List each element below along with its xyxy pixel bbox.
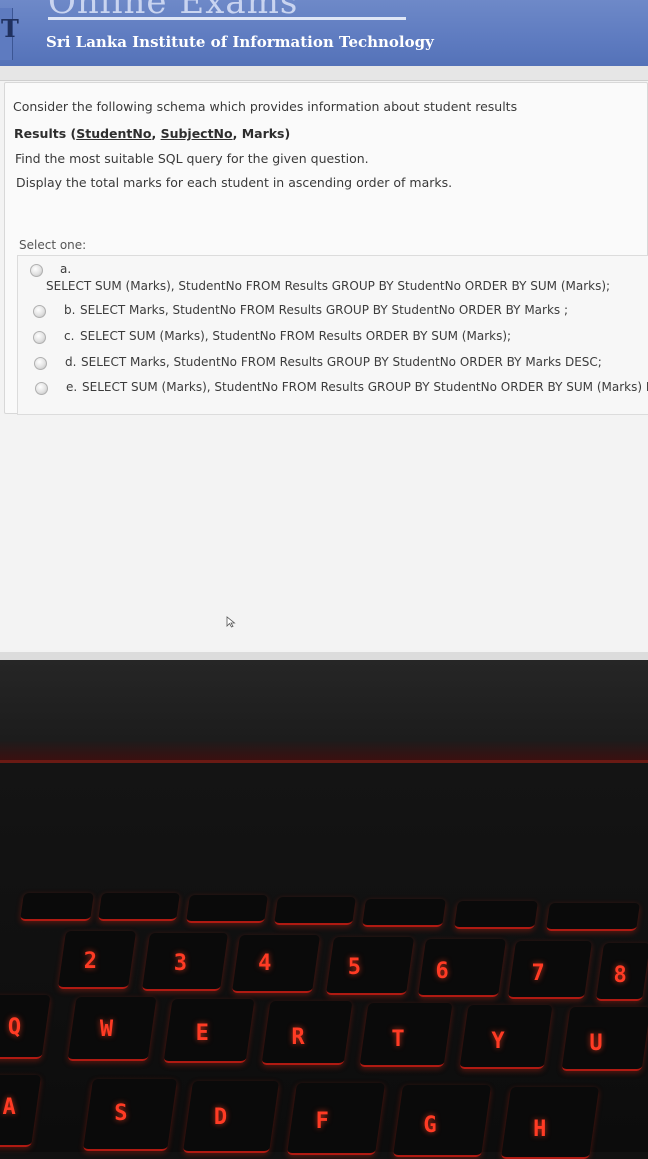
schema-field-studentno: StudentNo: [76, 126, 152, 141]
key-8[interactable]: 8: [595, 943, 648, 1001]
key-y-label: Y: [491, 1029, 505, 1054]
key-r[interactable]: R: [261, 1001, 353, 1065]
option-b[interactable]: b. SELECT Marks, StudentNo FROM Results …: [18, 301, 648, 323]
key-h[interactable]: H: [500, 1087, 600, 1159]
logo-letter: T: [1, 14, 19, 43]
mouse-cursor-icon: [226, 616, 236, 628]
radio-option-e[interactable]: [35, 382, 48, 395]
laptop-bezel: [0, 660, 648, 760]
option-c-letter: c.: [64, 329, 75, 343]
key-f7[interactable]: [546, 903, 640, 931]
key-a-label: A: [2, 1095, 16, 1120]
key-w[interactable]: W: [67, 997, 157, 1061]
backlit-keyboard: 2 3 4 5 6 7 8 Q W E R T Y U A S D F G H: [0, 763, 648, 1159]
key-r-label: R: [291, 1025, 305, 1050]
answer-options: a. SELECT SUM (Marks), StudentNo FROM Re…: [17, 255, 648, 415]
browser-screen: T Online Exams Sri Lanka Institute of In…: [0, 0, 648, 660]
option-e-letter: e.: [66, 380, 78, 394]
site-header: T Online Exams Sri Lanka Institute of In…: [0, 0, 648, 66]
option-e-text: SELECT SUM (Marks), StudentNo FROM Resul…: [82, 380, 648, 394]
key-y[interactable]: Y: [459, 1005, 553, 1069]
key-5[interactable]: 5: [325, 937, 415, 995]
radio-option-d[interactable]: [34, 357, 47, 370]
key-4[interactable]: 4: [231, 935, 321, 993]
key-d[interactable]: D: [182, 1081, 280, 1153]
key-f6[interactable]: [454, 901, 538, 929]
key-8-label: 8: [613, 963, 627, 988]
question-instruction: Find the most suitable SQL query for the…: [15, 151, 369, 166]
key-a[interactable]: A: [0, 1075, 42, 1147]
institute-logo[interactable]: T: [0, 8, 19, 60]
key-2-label: 2: [83, 949, 98, 974]
key-t-label: T: [391, 1027, 405, 1052]
option-d-letter: d.: [65, 355, 77, 369]
question-intro: Consider the following schema which prov…: [13, 99, 518, 114]
key-q[interactable]: Q: [0, 995, 51, 1059]
key-h-label: H: [533, 1117, 547, 1142]
key-7-label: 7: [531, 961, 545, 986]
key-7[interactable]: 7: [507, 941, 593, 999]
option-e[interactable]: e. SELECT SUM (Marks), StudentNo FROM Re…: [18, 378, 648, 400]
key-e-label: E: [195, 1021, 209, 1046]
key-f4[interactable]: [274, 897, 356, 925]
option-b-text: SELECT Marks, StudentNo FROM Results GRO…: [80, 303, 569, 317]
key-s-label: S: [114, 1101, 128, 1126]
question-schema: Results (StudentNo, SubjectNo, Marks): [14, 126, 290, 141]
schema-suffix: , Marks): [232, 126, 291, 141]
schema-separator: ,: [151, 126, 161, 141]
key-e[interactable]: E: [163, 999, 255, 1063]
key-6[interactable]: 6: [417, 939, 507, 997]
option-c[interactable]: c. SELECT SUM (Marks), StudentNo FROM Re…: [18, 327, 648, 349]
radio-option-b[interactable]: [33, 305, 46, 318]
key-t[interactable]: T: [359, 1003, 453, 1067]
key-3-label: 3: [173, 951, 188, 976]
key-s[interactable]: S: [82, 1079, 178, 1151]
key-2[interactable]: 2: [57, 931, 137, 989]
schema-prefix: Results (: [14, 126, 77, 141]
screen-edge: [0, 652, 648, 660]
radio-option-a[interactable]: [30, 264, 43, 277]
key-f3[interactable]: [186, 895, 268, 923]
key-u[interactable]: U: [561, 1007, 648, 1071]
key-q-label: Q: [7, 1015, 22, 1040]
key-f5[interactable]: [362, 899, 446, 927]
schema-field-subjectno: SubjectNo: [160, 126, 233, 141]
key-u-label: U: [589, 1031, 603, 1056]
key-f[interactable]: F: [286, 1083, 386, 1155]
key-g[interactable]: G: [392, 1085, 492, 1157]
option-d[interactable]: d. SELECT Marks, StudentNo FROM Results …: [18, 353, 648, 375]
key-w-label: W: [99, 1017, 114, 1042]
key-d-label: D: [213, 1105, 228, 1130]
option-a[interactable]: a. SELECT SUM (Marks), StudentNo FROM Re…: [18, 260, 648, 294]
key-5-label: 5: [347, 955, 362, 980]
select-one-label: Select one:: [19, 238, 87, 252]
question-card: Consider the following schema which prov…: [4, 82, 648, 415]
institute-name[interactable]: Sri Lanka Institute of Information Techn…: [46, 33, 434, 51]
radio-option-c[interactable]: [33, 331, 46, 344]
key-f-label: F: [315, 1109, 329, 1134]
key-f2[interactable]: [98, 893, 180, 921]
key-f1[interactable]: [20, 893, 94, 921]
option-a-letter: a.: [60, 262, 72, 276]
option-c-text: SELECT SUM (Marks), StudentNo FROM Resul…: [80, 329, 512, 343]
option-a-text: SELECT SUM (Marks), StudentNo FROM Resul…: [46, 279, 611, 293]
key-6-label: 6: [435, 959, 449, 984]
option-b-letter: b.: [64, 303, 76, 317]
question-task: Display the total marks for each student…: [16, 175, 453, 190]
key-3[interactable]: 3: [141, 933, 229, 991]
navigation-bar: [0, 66, 648, 81]
key-g-label: G: [423, 1113, 437, 1138]
key-4-label: 4: [258, 951, 272, 976]
option-d-text: SELECT Marks, StudentNo FROM Results GRO…: [81, 355, 602, 369]
title-divider: [48, 17, 406, 20]
